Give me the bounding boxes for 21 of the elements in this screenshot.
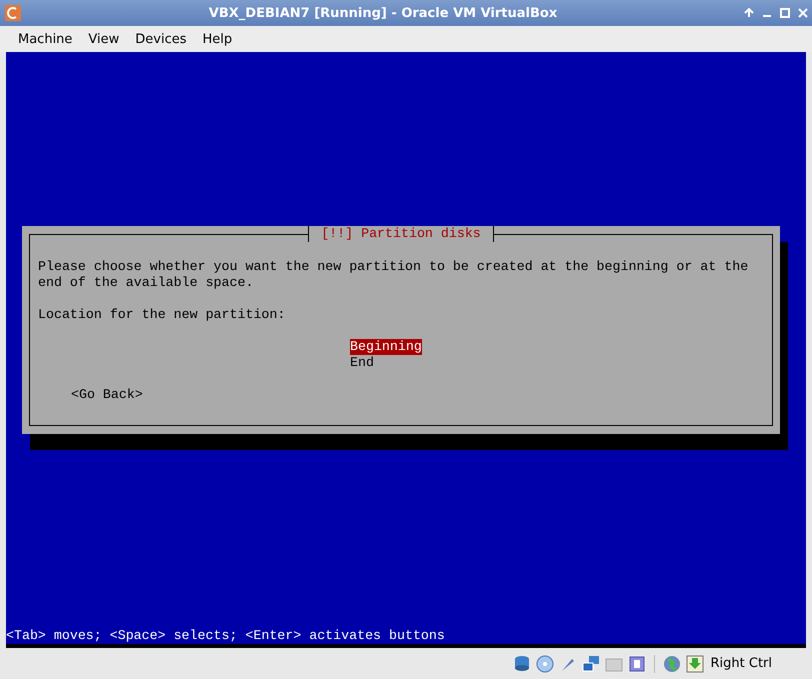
disk-icon[interactable] bbox=[512, 654, 530, 672]
cd-icon[interactable] bbox=[536, 654, 554, 672]
dialog-message: Please choose whether you want the new partition to be created at the beginning or at the end of the available space. bbox=[38, 259, 750, 291]
menu-item[interactable]: Machine bbox=[10, 32, 80, 46]
close-icon[interactable] bbox=[798, 8, 808, 18]
option-item[interactable]: Beginning bbox=[350, 339, 422, 355]
globe-icon[interactable] bbox=[662, 654, 680, 672]
host-key-label: Right Ctrl bbox=[710, 656, 772, 671]
dialog-title: [!!] Partition disks bbox=[308, 226, 494, 242]
option-item[interactable]: End bbox=[350, 355, 374, 371]
menu-item[interactable]: Help bbox=[194, 32, 240, 46]
up-arrow-icon[interactable] bbox=[744, 8, 754, 18]
chip-icon[interactable] bbox=[628, 654, 646, 672]
app-logo-icon bbox=[4, 4, 22, 22]
menu-item[interactable]: View bbox=[80, 32, 128, 46]
maximize-icon[interactable] bbox=[780, 8, 790, 18]
window-title: VBX_DEBIAN7 [Running] - Oracle VM VirtualBox bbox=[208, 6, 558, 20]
menu-item[interactable]: Devices bbox=[127, 32, 195, 46]
network-icon[interactable] bbox=[582, 654, 600, 672]
go-back-button[interactable]: <Go Back> bbox=[71, 387, 143, 403]
prompt-label: Location for the new partition: bbox=[38, 307, 286, 323]
